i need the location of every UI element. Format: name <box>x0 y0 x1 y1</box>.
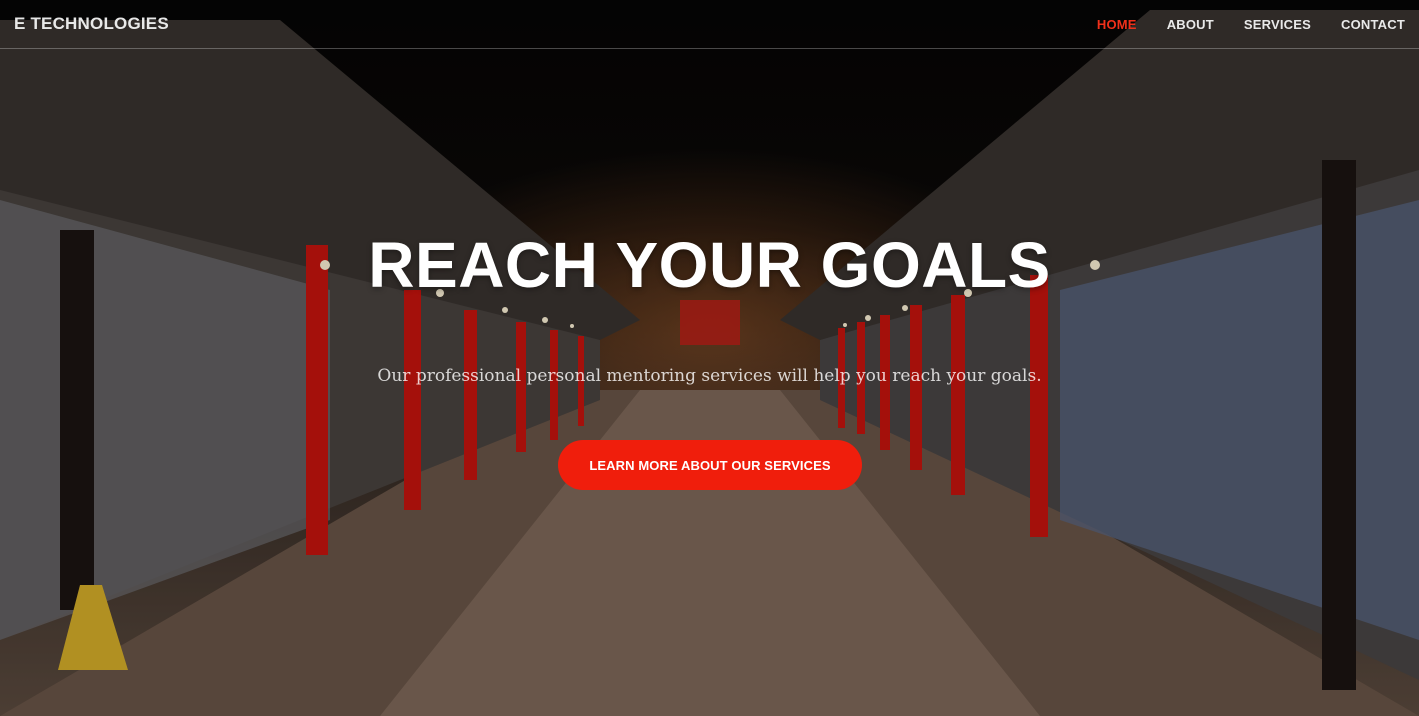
nav-link-about[interactable]: ABOUT <box>1152 17 1229 32</box>
learn-more-services-button[interactable]: LEARN MORE ABOUT OUR SERVICES <box>558 440 862 490</box>
nav-links: HOME ABOUT SERVICES CONTACT <box>1082 17 1405 32</box>
nav-link-home[interactable]: HOME <box>1082 17 1152 32</box>
hero-section: E TECHNOLOGIES HOME ABOUT SERVICES CONTA… <box>0 0 1419 716</box>
nav-link-services[interactable]: SERVICES <box>1229 17 1326 32</box>
hero-headline: REACH YOUR GOALS <box>368 229 1051 301</box>
nav-link-contact[interactable]: CONTACT <box>1326 17 1405 32</box>
hero-dark-overlay <box>0 0 1419 716</box>
hero-subtitle: Our professional personal mentoring serv… <box>377 366 1042 386</box>
brand-logo-link[interactable]: E TECHNOLOGIES <box>14 14 169 34</box>
top-navbar: E TECHNOLOGIES HOME ABOUT SERVICES CONTA… <box>0 0 1419 49</box>
